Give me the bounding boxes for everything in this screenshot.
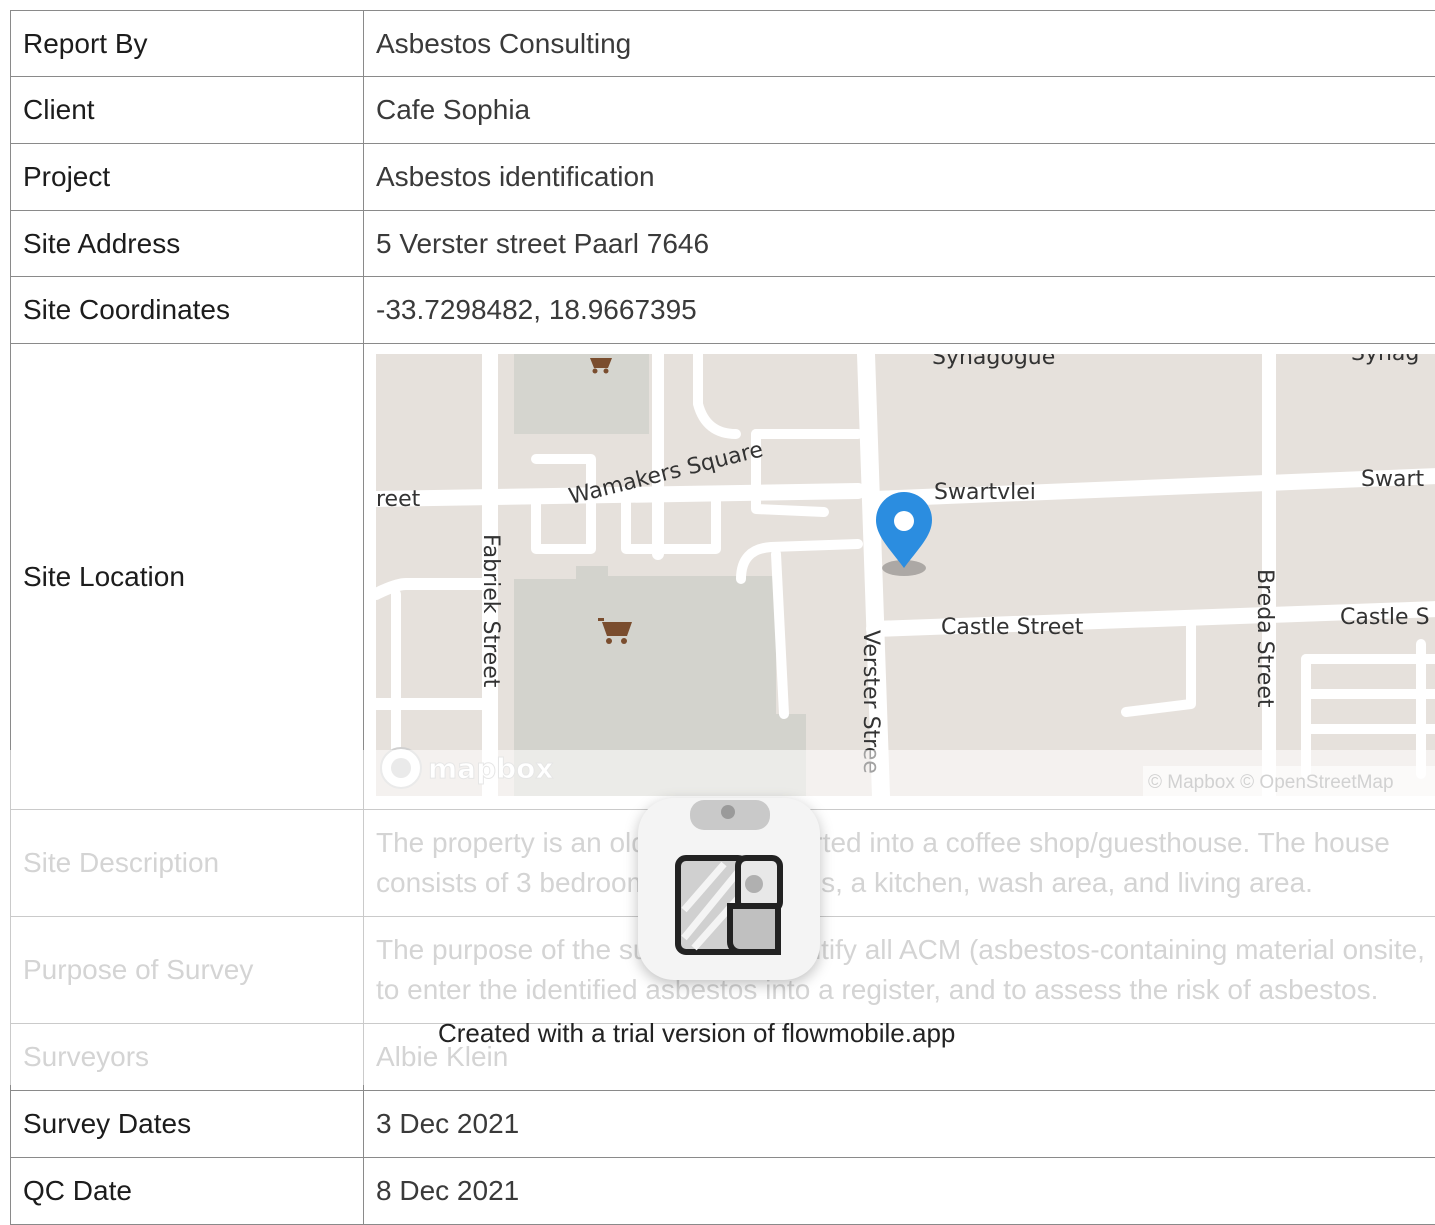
row-report-by: Report By Asbestos Consulting [11,11,1435,77]
street-label: Castle S [1340,605,1430,630]
row-value: The purpose of the survey is to identify… [364,917,1435,1024]
row-label: Survey Dates [11,1091,364,1158]
mapbox-logo: mapbox [381,748,553,788]
watermark-text: Created with a trial version of flowmobi… [438,1018,955,1049]
row-value: Asbestos identification [364,144,1435,211]
row-qc-date: QC Date 8 Dec 2021 [11,1158,1435,1225]
row-value: The property is an old house converted i… [364,810,1435,917]
flowmobile-logo [638,798,820,980]
row-label: Site Coordinates [11,277,364,344]
row-label: Surveyors [11,1024,364,1091]
street-label: Breda Street [1252,569,1277,708]
row-survey-dates: Survey Dates 3 Dec 2021 [11,1091,1435,1158]
map-pin-icon[interactable] [876,492,932,576]
row-value: 5 Verster street Paarl 7646 [364,211,1435,277]
row-site-location: Site Location [11,344,1435,810]
row-label: Report By [11,11,364,77]
site-map-cell: reet Wamakers Square Swartvlei Swart Cas… [364,344,1435,810]
row-label: Site Address [11,211,364,277]
row-value: -33.7298482, 18.9667395 [364,277,1435,344]
row-value: 3 Dec 2021 [364,1091,1435,1158]
map-graphic: reet Wamakers Square Swartvlei Swart Cas… [376,354,1435,796]
row-value: 8 Dec 2021 [364,1158,1435,1225]
row-site-address: Site Address 5 Verster street Paarl 7646 [11,211,1435,277]
clipboard-icon [638,798,820,980]
row-label: Purpose of Survey [11,917,364,1024]
row-label: Client [11,77,364,144]
row-label: Site Description [11,810,364,917]
row-value: Cafe Sophia [364,77,1435,144]
street-label: Synag [1351,354,1419,366]
street-label: Synagogue [932,354,1055,370]
row-label: Project [11,144,364,211]
row-client: Client Cafe Sophia [11,77,1435,144]
street-label: Fabriek Street [478,534,503,688]
street-label: Verster Stree [858,630,883,774]
street-label: Castle Street [941,615,1084,640]
mapbox-wordmark: mapbox [428,752,553,785]
street-label: Swart [1361,467,1424,492]
row-site-coordinates: Site Coordinates -33.7298482, 18.9667395 [11,277,1435,344]
row-project: Project Asbestos identification [11,144,1435,211]
site-map[interactable]: reet Wamakers Square Swartvlei Swart Cas… [376,354,1435,796]
street-label: reet [376,487,421,512]
building-block [738,694,766,796]
map-attribution[interactable]: © Mapbox © OpenStreetMap [1148,772,1394,793]
building-block [514,354,649,434]
row-label: Site Location [11,344,364,810]
row-label: QC Date [11,1158,364,1225]
row-value: Asbestos Consulting [364,11,1435,77]
street-label: Swartvlei [934,480,1036,505]
